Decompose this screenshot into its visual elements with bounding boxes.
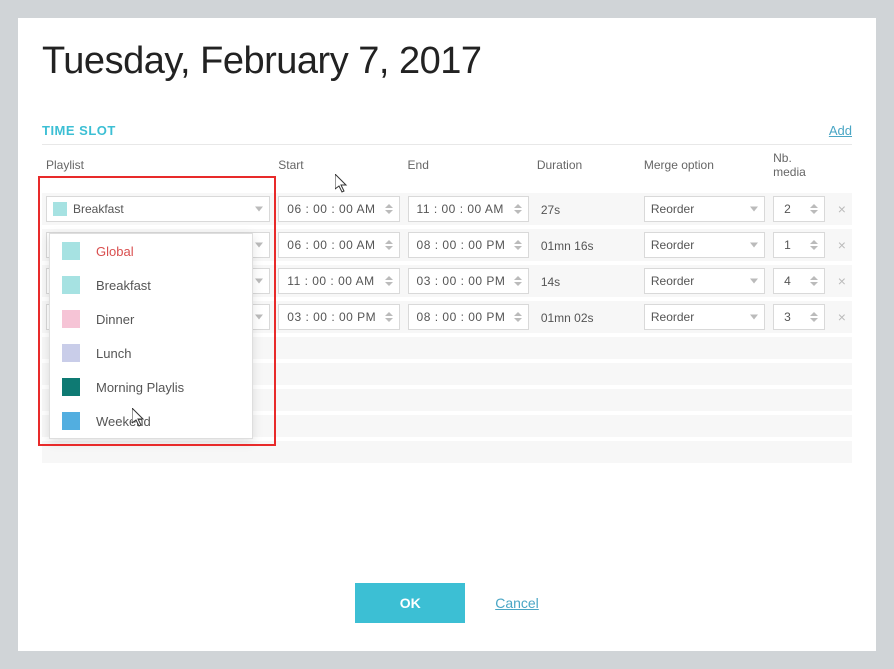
column-start: Start	[274, 145, 403, 191]
number-spinner[interactable]	[810, 234, 822, 256]
column-merge: Merge option	[640, 145, 769, 191]
duration-value: 14s	[537, 275, 560, 289]
time-spinner[interactable]	[514, 198, 526, 220]
chevron-down-icon	[255, 207, 263, 212]
start-time-input[interactable]: 06 : 00 : 00 AM	[278, 232, 399, 258]
chevron-down-icon	[750, 243, 758, 248]
chevron-down-icon	[750, 207, 758, 212]
playlist-swatch	[62, 378, 80, 396]
page-title: Tuesday, February 7, 2017	[42, 40, 852, 83]
dropdown-item-weekend[interactable]: Weekend	[50, 404, 252, 438]
playlist-swatch	[62, 276, 80, 294]
start-time-input[interactable]: 06 : 00 : 00 AM	[278, 196, 399, 222]
number-spinner[interactable]	[810, 198, 822, 220]
chevron-down-icon	[255, 243, 263, 248]
nb-media-input[interactable]: 4	[773, 268, 825, 294]
playlist-swatch	[62, 344, 80, 362]
column-end: End	[404, 145, 533, 191]
dropdown-item-lunch[interactable]: Lunch	[50, 336, 252, 370]
nb-media-input[interactable]: 2	[773, 196, 825, 222]
column-playlist: Playlist	[42, 145, 274, 191]
number-spinner[interactable]	[810, 306, 822, 328]
delete-row-button[interactable]: ×	[832, 299, 852, 335]
section-header: TIME SLOT Add	[42, 123, 852, 145]
chevron-down-icon	[255, 279, 263, 284]
dropdown-item-breakfast[interactable]: Breakfast	[50, 268, 252, 302]
merge-select[interactable]: Reorder	[644, 196, 765, 222]
end-time-input[interactable]: 08 : 00 : 00 PM	[408, 304, 529, 330]
time-spinner[interactable]	[514, 270, 526, 292]
end-time-input[interactable]: 11 : 00 : 00 AM	[408, 196, 529, 222]
cancel-link[interactable]: Cancel	[495, 595, 539, 611]
ok-button[interactable]: OK	[355, 583, 465, 623]
table-row: Breakfast 06 : 00 : 00 AM 11 : 00 : 00 A…	[42, 191, 852, 227]
time-spinner[interactable]	[385, 306, 397, 328]
time-spinner[interactable]	[385, 198, 397, 220]
start-time-input[interactable]: 11 : 00 : 00 AM	[278, 268, 399, 294]
add-link[interactable]: Add	[829, 123, 852, 138]
time-spinner[interactable]	[514, 234, 526, 256]
nb-media-input[interactable]: 1	[773, 232, 825, 258]
time-spinner[interactable]	[514, 306, 526, 328]
merge-select[interactable]: Reorder	[644, 232, 765, 258]
nb-media-input[interactable]: 3	[773, 304, 825, 330]
merge-select[interactable]: Reorder	[644, 268, 765, 294]
table-row-empty	[42, 439, 852, 465]
dialog-window: Tuesday, February 7, 2017 TIME SLOT Add …	[18, 18, 876, 651]
duration-value: 01mn 02s	[537, 311, 594, 325]
playlist-dropdown[interactable]: Global Breakfast Dinner Lunch Morning Pl…	[49, 233, 253, 439]
chevron-down-icon	[255, 315, 263, 320]
duration-value: 27s	[537, 203, 560, 217]
delete-row-button[interactable]: ×	[832, 227, 852, 263]
playlist-swatch	[53, 202, 67, 216]
duration-value: 01mn 16s	[537, 239, 594, 253]
time-spinner[interactable]	[385, 270, 397, 292]
chevron-down-icon	[750, 279, 758, 284]
delete-row-button[interactable]: ×	[832, 191, 852, 227]
end-time-input[interactable]: 03 : 00 : 00 PM	[408, 268, 529, 294]
playlist-swatch	[62, 412, 80, 430]
end-time-input[interactable]: 08 : 00 : 00 PM	[408, 232, 529, 258]
column-duration: Duration	[533, 145, 640, 191]
merge-select[interactable]: Reorder	[644, 304, 765, 330]
column-nb-media: Nb. media	[769, 145, 832, 191]
start-time-input[interactable]: 03 : 00 : 00 PM	[278, 304, 399, 330]
playlist-swatch	[62, 310, 80, 328]
playlist-value: Breakfast	[73, 202, 124, 216]
dropdown-item-morning[interactable]: Morning Playlis	[50, 370, 252, 404]
dropdown-item-global[interactable]: Global	[50, 234, 252, 268]
dialog-footer: OK Cancel	[18, 583, 876, 623]
section-label: TIME SLOT	[42, 123, 116, 138]
dropdown-item-dinner[interactable]: Dinner	[50, 302, 252, 336]
playlist-select[interactable]: Breakfast	[46, 196, 270, 222]
number-spinner[interactable]	[810, 270, 822, 292]
playlist-swatch	[62, 242, 80, 260]
chevron-down-icon	[750, 315, 758, 320]
delete-row-button[interactable]: ×	[832, 263, 852, 299]
time-spinner[interactable]	[385, 234, 397, 256]
